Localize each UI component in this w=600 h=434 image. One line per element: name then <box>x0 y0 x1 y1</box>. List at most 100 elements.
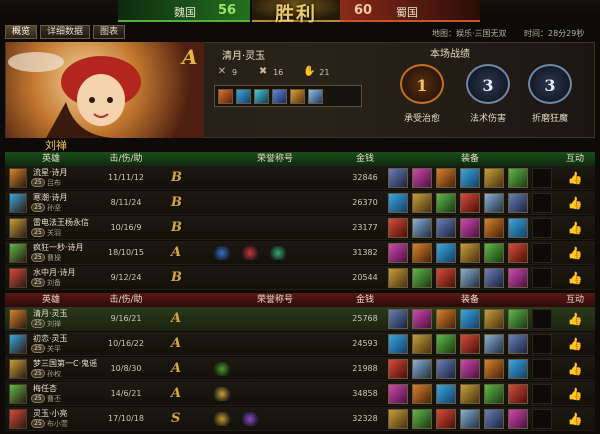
equipment-slot[interactable] <box>388 192 408 213</box>
equipment-slot[interactable] <box>388 167 408 188</box>
equipment-slot[interactable] <box>508 383 528 404</box>
equipment-slot[interactable] <box>436 408 456 429</box>
equipment-slot[interactable] <box>484 333 504 354</box>
equipment-slot[interactable] <box>436 383 456 404</box>
thumbs-up-icon[interactable]: 👍 <box>555 362 595 376</box>
thumbs-up-icon[interactable]: 👍 <box>555 246 595 260</box>
equipment-slot[interactable] <box>388 408 408 429</box>
equipment-slot[interactable] <box>412 408 432 429</box>
thumbs-up-icon[interactable]: 👍 <box>555 387 595 401</box>
thumbs-up-icon[interactable]: 👍 <box>555 312 595 326</box>
honor-title-icon[interactable] <box>269 245 287 260</box>
equipment-slot[interactable] <box>508 333 528 354</box>
equipment-slot[interactable] <box>508 308 528 329</box>
equipment-slot[interactable] <box>508 167 528 188</box>
equipment-slot[interactable] <box>460 167 480 188</box>
equipment-slot[interactable] <box>412 242 432 263</box>
equipment-slot[interactable] <box>412 308 432 329</box>
honor-title-icon[interactable] <box>213 361 231 376</box>
equipment-slot[interactable] <box>508 217 528 238</box>
equipment-slot[interactable] <box>484 267 504 288</box>
player-row[interactable]: 雷电法王杨永信 关羽 25 10/16/9 B 23177 👍 <box>5 216 595 240</box>
equipment-slot[interactable] <box>388 308 408 329</box>
equipment-slot[interactable] <box>484 308 504 329</box>
equipment-slot[interactable] <box>484 408 504 429</box>
equipment-slot[interactable] <box>436 217 456 238</box>
equipment-slot[interactable] <box>508 192 528 213</box>
equipment-slot[interactable] <box>460 192 480 213</box>
gold-value: 24593 <box>352 339 378 348</box>
equipment-slot[interactable] <box>412 333 432 354</box>
equipment-slot[interactable] <box>290 89 305 104</box>
equipment-slot[interactable] <box>388 383 408 404</box>
honor-title-icon[interactable] <box>213 245 231 260</box>
equipment-slot[interactable] <box>460 267 480 288</box>
honor-title-icon[interactable] <box>213 411 231 426</box>
equipment-slot[interactable] <box>508 408 528 429</box>
equipment-slot[interactable] <box>508 267 528 288</box>
equipment-slot[interactable] <box>436 358 456 379</box>
equipment-slot[interactable] <box>388 217 408 238</box>
player-row[interactable]: 梦三国第一C·鬼谣 孙权 25 10/8/30 A 21988 👍 <box>5 357 595 381</box>
thumbs-up-icon[interactable]: 👍 <box>555 337 595 351</box>
honor-title-icon[interactable] <box>241 411 259 426</box>
equipment-slot[interactable] <box>460 333 480 354</box>
tab-detailed-data[interactable]: 详细数据 <box>40 25 91 39</box>
player-row[interactable]: 清月·灵玉 刘禅 25 9/16/21 A 25768 👍 <box>5 307 595 331</box>
equipment-slot[interactable] <box>460 358 480 379</box>
thumbs-up-icon[interactable]: 👍 <box>555 271 595 285</box>
equipment-slot[interactable] <box>412 358 432 379</box>
equipment-slot[interactable] <box>508 242 528 263</box>
player-row[interactable]: 初恋·灵玉 关平 25 10/16/22 A 24593 👍 <box>5 332 595 356</box>
honor-title-icon[interactable] <box>213 386 231 401</box>
honor-title-icon[interactable] <box>241 245 259 260</box>
equipment-slot[interactable] <box>272 89 287 104</box>
equipment-slot[interactable] <box>484 242 504 263</box>
player-row[interactable]: 水中月·诗月 刘备 25 9/12/24 B 20544 👍 <box>5 266 595 290</box>
thumbs-up-icon[interactable]: 👍 <box>555 171 595 185</box>
equipment-slot[interactable] <box>436 267 456 288</box>
player-row[interactable]: 梅任杏 曹丕 25 14/6/21 A 34858 👍 <box>5 382 595 406</box>
equipment-slot[interactable] <box>484 383 504 404</box>
equipment-slot[interactable] <box>484 358 504 379</box>
gold-value: 32328 <box>352 414 378 423</box>
equipment-slot[interactable] <box>254 89 269 104</box>
rank-grade: A <box>171 311 182 326</box>
equipment-slot[interactable] <box>460 308 480 329</box>
equipment-slot[interactable] <box>436 192 456 213</box>
thumbs-up-icon[interactable]: 👍 <box>555 221 595 235</box>
equipment-slot[interactable] <box>436 242 456 263</box>
equipment-slot[interactable] <box>508 358 528 379</box>
equipment-slot[interactable] <box>412 217 432 238</box>
equipment-slot[interactable] <box>460 408 480 429</box>
equipment-slot[interactable] <box>412 167 432 188</box>
badge-torment-icon: 3 <box>528 64 572 104</box>
player-row[interactable]: 灵玉·小亮 布小萱 25 17/10/18 S 32328 👍 <box>5 407 595 431</box>
equipment-slot[interactable] <box>412 192 432 213</box>
equipment-slot[interactable] <box>308 89 323 104</box>
equipment-slot[interactable] <box>460 217 480 238</box>
equipment-slot[interactable] <box>484 167 504 188</box>
player-row[interactable]: 流星·诗月 吕布 25 11/11/12 B 32846 👍 <box>5 166 595 190</box>
equipment-slot[interactable] <box>218 89 233 104</box>
player-row[interactable]: 疯狂一秒·诗月 曹操 25 18/10/15 A 31382 👍 <box>5 241 595 265</box>
equipment-slot[interactable] <box>436 167 456 188</box>
equipment-slot[interactable] <box>388 267 408 288</box>
equipment-slot[interactable] <box>484 192 504 213</box>
equipment-slot[interactable] <box>388 358 408 379</box>
thumbs-up-icon[interactable]: 👍 <box>555 412 595 426</box>
equipment-slot[interactable] <box>412 267 432 288</box>
equipment-slot[interactable] <box>436 308 456 329</box>
tab-charts[interactable]: 图表 <box>93 25 126 39</box>
equipment-slot[interactable] <box>460 383 480 404</box>
equipment-slot[interactable] <box>436 333 456 354</box>
equipment-slot[interactable] <box>388 242 408 263</box>
equipment-slot[interactable] <box>484 217 504 238</box>
equipment-slot[interactable] <box>388 333 408 354</box>
equipment-slot[interactable] <box>412 383 432 404</box>
tab-overview[interactable]: 概览 <box>5 25 38 39</box>
equipment-slot[interactable] <box>236 89 251 104</box>
equipment-slot[interactable] <box>460 242 480 263</box>
thumbs-up-icon[interactable]: 👍 <box>555 196 595 210</box>
player-row[interactable]: 寒潮·诗月 孙坚 25 8/11/24 B 26370 👍 <box>5 191 595 215</box>
